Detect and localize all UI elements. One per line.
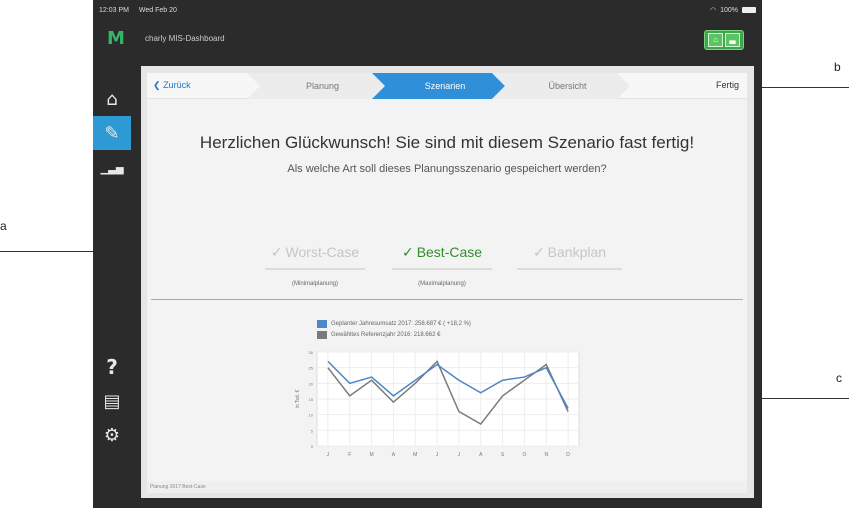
x-tick-label: O (522, 452, 526, 458)
status-date: Wed Feb 20 (138, 6, 177, 14)
x-tick-label: J (458, 452, 461, 458)
option-worst-case[interactable]: ✓ Worst-Case (265, 244, 365, 270)
help-icon: ? (106, 355, 118, 379)
wizard-stepper: ❮ Zurück Planung Szenarien Übersicht Fer… (147, 73, 747, 99)
option-bankplan[interactable]: ✓ Bankplan (517, 244, 622, 270)
sidebar-item-planning[interactable]: ✎ (93, 116, 131, 150)
checkmark-icon: ✓ (270, 245, 283, 261)
sidebar-item-settings[interactable]: ⚙ (93, 418, 131, 452)
home-icon: ⌂ (106, 88, 118, 110)
x-tick-label: J (436, 452, 439, 458)
x-tick-label: S (501, 452, 505, 458)
status-time: 12:03 PM (99, 6, 129, 14)
option-sub-label: (Minimalplanung) (291, 281, 339, 287)
x-tick-label: F (348, 452, 351, 458)
scenario-footer: Planung 2017 Best-Case (147, 481, 747, 493)
legend-label: Gewähltes Referenzjahr 2016: 218.662 € (331, 332, 441, 338)
planning-icon: ✎ (104, 122, 120, 144)
y-tick-label: 20 (309, 381, 314, 386)
x-tick-label: A (479, 452, 483, 458)
app-title: charly MIS-Dashboard (145, 34, 225, 43)
callout-a-label: a (0, 219, 7, 233)
checkmark-icon: ✓ (401, 245, 414, 261)
legend-swatch (317, 331, 327, 339)
checkmark-icon: ✓ (532, 245, 545, 261)
tab-szenarien[interactable]: Szenarien (385, 73, 505, 99)
y-tick-label: 30 (309, 350, 314, 355)
sidebar: ⌂ ✎ ▁▃▅ ? ▤ ⚙ (93, 58, 131, 508)
option-label: Worst-Case (285, 244, 360, 260)
callout-b-label: b (834, 60, 841, 74)
legend-swatch (317, 320, 327, 328)
y-tick-label: 0 (311, 444, 314, 449)
back-button[interactable]: ❮ Zurück (153, 80, 191, 91)
option-label: Best-Case (416, 244, 483, 260)
tab-planung[interactable]: Planung (260, 73, 385, 99)
x-tick-label: N (544, 452, 548, 458)
bar-chart-icon: ▁▃▅ (100, 163, 124, 175)
page-subtitle: Als welche Art soll dieses Planungsszena… (287, 163, 607, 175)
battery-level: 100% (720, 6, 738, 14)
x-tick-label: J (327, 452, 330, 458)
home-icon: ⌂ (708, 33, 723, 47)
status-bar: 12:03 PM Wed Feb 20 ◠ 100% (93, 0, 762, 20)
legend-item: Geplanter Jahresumsatz 2017: 258.687 € (… (317, 320, 471, 328)
callout-c-label: c (836, 371, 842, 385)
option-label: Bankplan (547, 244, 607, 260)
done-button[interactable]: Fertig (716, 80, 739, 90)
x-tick-label: D (566, 452, 570, 458)
scenario-card: ❮ Zurück Planung Szenarien Übersicht Fer… (147, 73, 747, 493)
settings-icon: ⚙ (103, 424, 121, 446)
ipad-screen: 12:03 PM Wed Feb 20 ◠ 100% M charly MIS-… (93, 0, 762, 508)
y-axis-label: in Tsd. € (295, 390, 301, 409)
sidebar-item-reports[interactable]: ▁▃▅ (93, 152, 131, 186)
section-divider (151, 299, 743, 300)
app-logo: M (107, 28, 125, 49)
y-tick-label: 5 (311, 428, 314, 433)
sidebar-item-help[interactable]: ? (93, 350, 131, 384)
x-tick-label: M (413, 452, 417, 458)
dashboard-switch-button[interactable]: ⌂ ▃ (704, 30, 744, 50)
chart-legend: Geplanter Jahresumsatz 2017: 258.687 € (… (317, 320, 471, 342)
message-icon: ▤ (103, 390, 121, 412)
option-sub-label: (Maximalplanung) (418, 281, 466, 287)
legend-label: Geplanter Jahresumsatz 2017: 258.687 € (… (331, 321, 471, 327)
tab-uebersicht[interactable]: Übersicht (505, 73, 630, 99)
content-area: ❮ Zurück Planung Szenarien Übersicht Fer… (141, 66, 754, 498)
chart-icon: ▃ (725, 33, 740, 47)
page-title: Herzlichen Glückwunsch! Sie sind mit die… (199, 133, 695, 152)
sidebar-item-home[interactable]: ⌂ (93, 82, 131, 116)
y-tick-label: 10 (309, 413, 314, 418)
battery-icon (742, 7, 756, 13)
x-tick-label: A (392, 452, 396, 458)
sidebar-item-messages[interactable]: ▤ (93, 384, 131, 418)
chevron-left-icon: ❮ (153, 80, 161, 90)
revenue-line-chart: 0 5 10 15 20 25 30 J F M A M J J A S O N Din Tsd. € (295, 350, 580, 458)
back-label: Zurück (163, 80, 191, 90)
legend-item: Gewähltes Referenzjahr 2016: 218.662 € (317, 331, 471, 339)
app-header: M charly MIS-Dashboard ⌂ ▃ (93, 20, 762, 58)
wifi-icon: ◠ (709, 7, 717, 14)
y-tick-label: 15 (309, 397, 314, 402)
x-tick-label: M (369, 452, 373, 458)
option-best-case[interactable]: ✓ Best-Case (392, 244, 492, 270)
y-tick-label: 25 (309, 366, 314, 371)
